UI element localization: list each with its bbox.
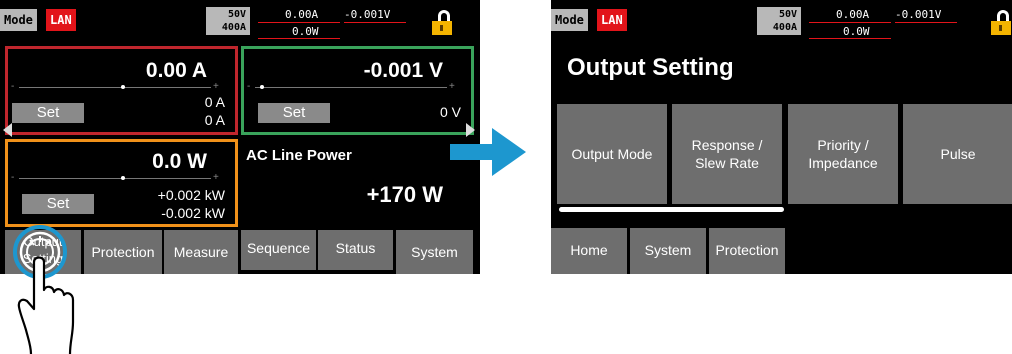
scale-minus-label: - [247, 81, 251, 92]
voltage-setting-panel[interactable]: -0.001 V - + Set 0 V [241, 46, 474, 135]
ac-line-power-title: AC Line Power [246, 147, 352, 164]
transition-arrow-icon [450, 128, 526, 176]
output-setting-screen: Mode LAN 50V 400A 0.00A -0.001V 0.0W Out… [551, 0, 1012, 274]
power-minus-limit: -0.002 kW [161, 205, 225, 221]
power-reading: 0.0W [292, 25, 319, 38]
voltage-value: 0 V [439, 104, 461, 120]
voltage-range: 50V [778, 9, 797, 20]
priority-impedance-button[interactable]: Priority / Impedance [788, 104, 898, 204]
scale-plus-label: + [213, 172, 219, 183]
power-reading-underline [809, 38, 891, 39]
power-reading-underline [258, 38, 340, 39]
power-plus-limit: +0.002 kW [157, 187, 225, 203]
pulse-button[interactable]: Pulse [903, 104, 1012, 204]
tap-hand-icon [13, 225, 75, 354]
voltage-range: 50V [227, 9, 246, 20]
current-setting-panel[interactable]: 0.00 A - + Set 0 A 0 A [5, 46, 238, 135]
voltage-reading: -0.001V [344, 8, 391, 21]
tab-sequence[interactable]: Sequence [241, 230, 316, 270]
voltage-reading-underline [344, 22, 406, 23]
voltage-setting-value: -0.001 V [363, 59, 443, 82]
current-reading: 0.00A [836, 8, 870, 21]
tab-home[interactable]: Home [551, 228, 627, 274]
mode-badge[interactable]: Mode [0, 9, 37, 31]
scale-minus-label: - [11, 81, 15, 92]
current-scale [19, 87, 211, 88]
voltage-scale [255, 87, 447, 88]
unlock-icon[interactable] [991, 10, 1012, 36]
current-reading-underline [258, 22, 340, 23]
current-scale-marker [121, 85, 125, 89]
power-scale-marker [121, 176, 125, 180]
voltage-reading-underline [895, 22, 957, 23]
scale-plus-label: + [449, 81, 455, 92]
ac-line-power-value: +170 W [366, 182, 443, 207]
current-limit-top: 0 A [204, 94, 225, 110]
current-range: 400A [772, 22, 797, 33]
lan-badge: LAN [597, 9, 627, 31]
power-scale [19, 178, 211, 179]
current-range: 400A [221, 22, 246, 33]
tab-system[interactable]: System [396, 230, 473, 274]
current-setting-value: 0.00 A [145, 59, 207, 82]
mode-badge[interactable]: Mode [551, 9, 588, 31]
page-title: Output Setting [567, 54, 734, 81]
status-bar: Mode LAN 50V 400A 0.00A -0.001V 0.0W [0, 0, 480, 42]
unlock-icon[interactable] [432, 10, 454, 36]
response-slew-rate-button[interactable]: Response / Slew Rate [672, 104, 782, 204]
scale-plus-label: + [213, 81, 219, 92]
range-indicator: 50V 400A [206, 7, 250, 35]
range-indicator: 50V 400A [757, 7, 801, 35]
scale-minus-label: - [11, 172, 15, 183]
left-arrow-icon[interactable] [3, 123, 12, 137]
voltage-set-button[interactable]: Set [258, 103, 330, 123]
voltage-scale-marker [260, 85, 264, 89]
current-reading: 0.00A [285, 8, 319, 21]
ac-line-power-panel: AC Line Power +170 W [243, 139, 473, 227]
page-scroll-indicator[interactable] [559, 207, 784, 212]
status-bar: Mode LAN 50V 400A 0.00A -0.001V 0.0W [551, 0, 1012, 42]
tab-system[interactable]: System [630, 228, 706, 274]
power-reading: 0.0W [843, 25, 870, 38]
current-set-button[interactable]: Set [12, 103, 84, 123]
lan-badge: LAN [46, 9, 76, 31]
tab-status[interactable]: Status [318, 230, 393, 270]
tab-measure[interactable]: Measure [164, 230, 238, 274]
current-reading-underline [809, 22, 891, 23]
current-limit-bottom: 0 A [204, 112, 225, 128]
voltage-reading: -0.001V [895, 8, 942, 21]
power-setting-value: 0.0 W [152, 150, 207, 173]
tab-protection[interactable]: Protection [709, 228, 785, 274]
output-mode-button[interactable]: Output Mode [557, 104, 667, 204]
